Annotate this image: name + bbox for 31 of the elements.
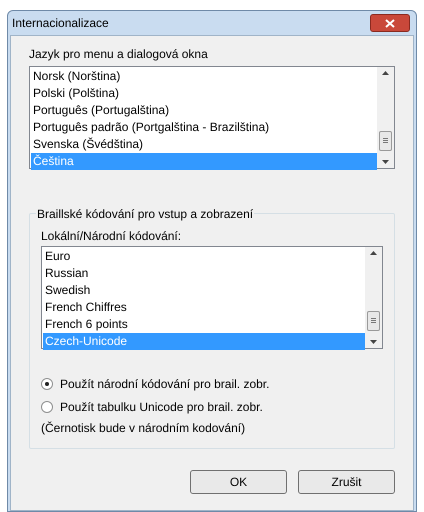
radio-button[interactable] xyxy=(41,378,53,390)
list-label: Jazyk pro menu a dialogová okna xyxy=(29,46,209,62)
scroll-down-icon[interactable] xyxy=(370,340,377,344)
scroll-up-icon[interactable] xyxy=(382,71,389,75)
close-icon xyxy=(385,18,395,28)
list-item[interactable]: French 6 points xyxy=(43,316,365,333)
radio-button[interactable] xyxy=(41,401,53,413)
list-item[interactable]: Svenska (Švédština) xyxy=(31,136,377,153)
dialog-button[interactable]: Zrušit xyxy=(298,470,395,494)
scrollbar[interactable] xyxy=(377,67,394,168)
radio-label[interactable]: Použít národní kódování pro brail. zobr. xyxy=(60,375,270,393)
scroll-up-icon[interactable] xyxy=(370,251,377,255)
scrollbar[interactable] xyxy=(365,247,382,348)
list-item[interactable]: Norsk (Norština) xyxy=(31,68,377,85)
scroll-down-icon[interactable] xyxy=(382,160,389,164)
list-item[interactable]: Português padrão (Portgalština - Brazilština) xyxy=(31,119,377,136)
window-title: Internacionalizace xyxy=(12,15,109,32)
list-item[interactable]: Português (Portugalština) xyxy=(31,102,377,119)
scroll-thumb[interactable] xyxy=(379,130,392,150)
list-item[interactable]: Swedish xyxy=(43,282,365,299)
list-item[interactable]: Polski (Polština) xyxy=(31,85,377,102)
list-item[interactable]: Russian xyxy=(43,265,365,282)
group-legend: Braillské kódování pro vstup a zobrazení xyxy=(36,206,254,222)
dialog-button[interactable]: OK xyxy=(190,470,287,494)
list-item[interactable]: French Chiffres xyxy=(43,299,365,316)
list-item[interactable]: Euro xyxy=(43,248,365,265)
radio-label[interactable]: Použít tabulku Unicode pro brail. zobr. xyxy=(60,398,263,416)
close-button[interactable] xyxy=(370,14,410,32)
note-text: (Černotisk bude v národním kodování) xyxy=(41,420,246,437)
scroll-thumb[interactable] xyxy=(367,310,380,330)
list-label: Lokální/Národní kódování: xyxy=(41,228,182,244)
